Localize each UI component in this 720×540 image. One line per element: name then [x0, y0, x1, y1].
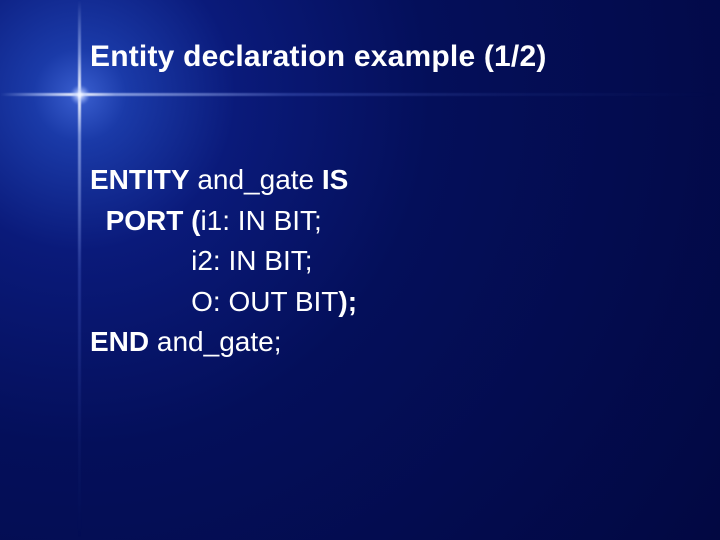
entity-name: and_gate: [190, 164, 322, 195]
end-name: and_gate;: [149, 326, 281, 357]
port-1: i1: IN BIT;: [200, 205, 321, 236]
kw-close-paren: );: [338, 286, 357, 317]
lens-flare-horizontal: [0, 93, 720, 96]
slide-title: Entity declaration example (1/2): [90, 40, 547, 74]
kw-port: PORT (: [106, 205, 201, 236]
lens-flare-core: [70, 85, 90, 105]
lens-flare-vertical: [78, 0, 81, 540]
kw-end: END: [90, 326, 149, 357]
kw-is: IS: [322, 164, 348, 195]
code-block: ENTITY and_gate IS PORT (i1: IN BIT; i2:…: [90, 160, 357, 363]
kw-entity: ENTITY: [90, 164, 190, 195]
slide: Entity declaration example (1/2) ENTITY …: [0, 0, 720, 540]
port-3: O: OUT BIT: [191, 286, 338, 317]
port-2: i2: IN BIT;: [191, 245, 312, 276]
